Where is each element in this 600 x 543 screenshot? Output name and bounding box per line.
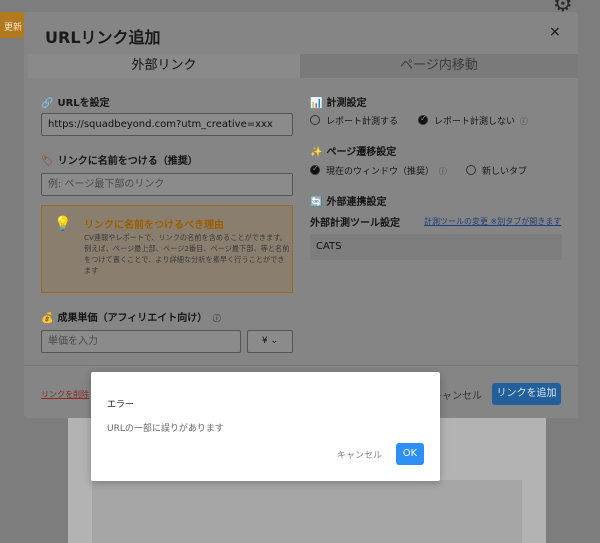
radio-button[interactable] [310, 115, 320, 125]
chart-icon: 📊 [310, 98, 323, 109]
chevron-down-icon: ⌄ [270, 336, 279, 346]
tool-value[interactable]: CATS [310, 234, 562, 260]
sparkle-icon: ✨ [310, 147, 323, 158]
unit-price-label: 💰 成果単価（アフィリエイト向け） ⓘ [41, 313, 221, 324]
reason-info-box: 💡 リンクに名前をつけるべき理由 CV連報やレポートで、リンクの名前を含めること… [41, 205, 293, 293]
add-url-link-modal: URLリンク追加 × 外部リンク ページ内移動 🔗 URLを設定 https://… [24, 12, 578, 418]
lightbulb-icon: 💡 [54, 216, 72, 232]
currency-select[interactable]: ¥ ⌄ [247, 330, 293, 353]
radio-button[interactable] [466, 165, 476, 175]
dialog-title: エラー [107, 400, 135, 410]
tab-external-link[interactable]: 外部リンク [28, 54, 300, 78]
dialog-ok-button[interactable]: OK [396, 443, 424, 465]
tag-icon: 🏷 [41, 156, 54, 167]
dialog-cancel-button[interactable]: キャンセル [337, 448, 382, 461]
link-icon: 🔗 [41, 98, 54, 109]
tab-page-navigation[interactable]: ページ内移動 [300, 54, 578, 78]
radio-current-window[interactable]: 現在のウィンドウ（推奨） ⓘ [310, 164, 447, 177]
tab-bar: 外部リンク ページ内移動 [24, 54, 578, 78]
page-transition-label: ✨ ページ遷移設定 [310, 147, 397, 158]
background-panel [92, 480, 522, 543]
dialog-message: URLの一部に誤りがあります [107, 424, 224, 434]
coin-icon: 💰 [41, 313, 54, 324]
reason-text: CV連報やレポートで、リンクの名前を含めることができます。例えば、ページ最上部、… [84, 233, 290, 275]
radio-new-tab[interactable]: 新しいタブ [466, 164, 527, 177]
info-icon[interactable]: ⓘ [439, 166, 447, 177]
external-integration-label: 🔄 外部連携設定 [310, 197, 387, 208]
radio-button-selected[interactable] [310, 164, 320, 175]
link-name-input[interactable]: 例: ページ最下部のリンク [41, 173, 293, 196]
radio-button-selected[interactable] [418, 114, 428, 125]
info-icon[interactable]: ⓘ [213, 313, 221, 324]
external-tool-label: 外部計測ツール設定 [310, 218, 400, 229]
sync-icon: 🔄 [310, 197, 323, 208]
url-label: 🔗 URLを設定 [41, 98, 110, 109]
modal-title: URLリンク追加 [45, 28, 161, 47]
measurement-label: 📊 計測設定 [310, 98, 367, 109]
close-icon[interactable]: × [549, 24, 561, 40]
delete-link[interactable]: リンクを削除 [41, 389, 89, 400]
radio-report-measure[interactable]: レポート計測する [310, 114, 398, 127]
url-input[interactable]: https://squadbeyond.com?utm_creative=xxx [41, 113, 293, 136]
update-button[interactable]: 更新 [0, 12, 26, 38]
change-tool-link[interactable]: 計測ツールの変更 ※別タブが開きます [424, 216, 561, 227]
add-link-button[interactable]: リンクを追加 [492, 383, 561, 405]
radio-report-no-measure[interactable]: レポート計測しない ⓘ [418, 114, 528, 127]
unit-price-input[interactable]: 単価を入力 [41, 330, 241, 353]
reason-title: リンクに名前をつけるべき理由 [84, 220, 224, 231]
error-dialog: エラー URLの一部に誤りがあります キャンセル OK [91, 372, 440, 481]
link-name-label: 🏷 リンクに名前をつける（推奨） [41, 156, 198, 167]
info-icon[interactable]: ⓘ [520, 116, 528, 127]
footer-divider [24, 365, 578, 366]
